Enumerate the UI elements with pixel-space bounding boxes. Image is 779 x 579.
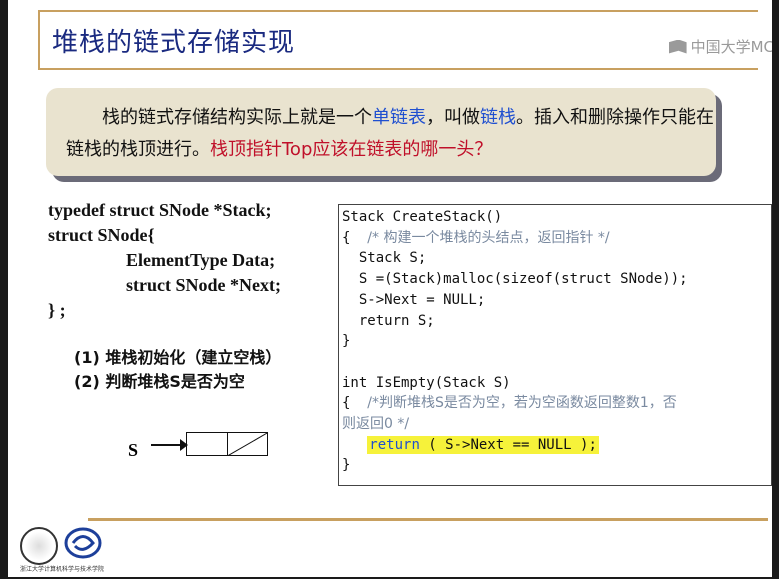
struct-line: struct SNode *Next; (126, 275, 281, 295)
keyword-linked-list: 单链表 (372, 107, 426, 128)
code-comment: 则返回0 */ (342, 416, 410, 433)
mooc-logo-icon (668, 39, 687, 54)
footer-caption: 浙江大学计算机科学与技术学院 (20, 566, 105, 573)
code-block: Stack CreateStack() { /* 构建一个堆栈的头结点，返回指针… (339, 205, 771, 476)
code-comment: /*判断堆栈S是否为空，若为空函数返回整数1，否 (367, 395, 677, 412)
code-line: Stack CreateStack() (342, 209, 503, 225)
node-data-cell (187, 433, 227, 455)
code-line: int IsEmpty(Stack S) (342, 374, 511, 391)
title-top-rule (38, 10, 758, 12)
diagram-s-label: S (128, 440, 139, 460)
watermark-text: 中国大学MC (690, 38, 772, 56)
university-seal-icon (20, 527, 58, 565)
slide-title: 堆栈的链式存储实现 (52, 28, 296, 58)
code-line: Stack S; (342, 250, 427, 267)
callout-lead: 栈的链式存储结构实际上就是一个 (102, 107, 372, 128)
code-keyword: return (369, 436, 420, 453)
diagram-arrow (151, 444, 183, 446)
footer-rule (88, 518, 768, 521)
code-line: S =(Stack)malloc(sizeof(struct SNode)); (342, 271, 688, 288)
college-logo-icon (64, 527, 102, 559)
watermark: 中国大学MC (668, 36, 772, 57)
operation-item: (1) 堆栈初始化（建立空栈） (74, 348, 282, 367)
struct-line: struct SNode{ (48, 225, 155, 245)
title-bottom-rule (38, 68, 758, 70)
code-line: } (342, 333, 351, 350)
node-next-null-cell (226, 433, 268, 455)
struct-line: typedef struct SNode *Stack; (48, 200, 272, 220)
code-comment: /* 构建一个堆栈的头结点，返回指针 */ (367, 229, 610, 246)
diagram-node (186, 432, 268, 456)
code-line: S->Next = NULL; (342, 291, 486, 308)
code-expression: ( S->Next == NULL ); (419, 436, 597, 453)
operation-item: (2) 判断堆栈S是否为空 (74, 372, 245, 391)
code-line: return S; (342, 312, 435, 329)
struct-line: ElementType Data; (126, 250, 276, 270)
title-left-rule (38, 10, 40, 70)
struct-line: } ; (48, 300, 66, 320)
code-line: { (342, 229, 368, 246)
code-line: { (342, 395, 368, 412)
operations-list: (1) 堆栈初始化（建立空栈） (2) 判断堆栈S是否为空 (74, 346, 281, 394)
keyword-linked-stack: 链栈 (480, 107, 516, 128)
callout-box: 栈的链式存储结构实际上就是一个单链表，叫做链栈。插入和删除操作只能在链栈的栈顶进… (46, 88, 716, 176)
code-box: Stack CreateStack() { /* 构建一个堆栈的头结点，返回指针… (338, 204, 772, 486)
callout-mid: ，叫做 (426, 107, 480, 128)
code-line: } (342, 457, 351, 474)
callout-text: 栈的链式存储结构实际上就是一个单链表，叫做链栈。插入和删除操作只能在链栈的栈顶进… (66, 102, 716, 166)
highlighted-return-line: return ( S->Next == NULL ); (367, 435, 599, 454)
slide: 堆栈的链式存储实现 中国大学MC 栈的链式存储结构实际上就是一个单链表，叫做链栈… (8, 0, 772, 577)
callout-question: 栈顶指针Top应该在链表的哪一头？ (210, 139, 493, 160)
struct-definition: typedef struct SNode *Stack; struct SNod… (48, 198, 281, 323)
